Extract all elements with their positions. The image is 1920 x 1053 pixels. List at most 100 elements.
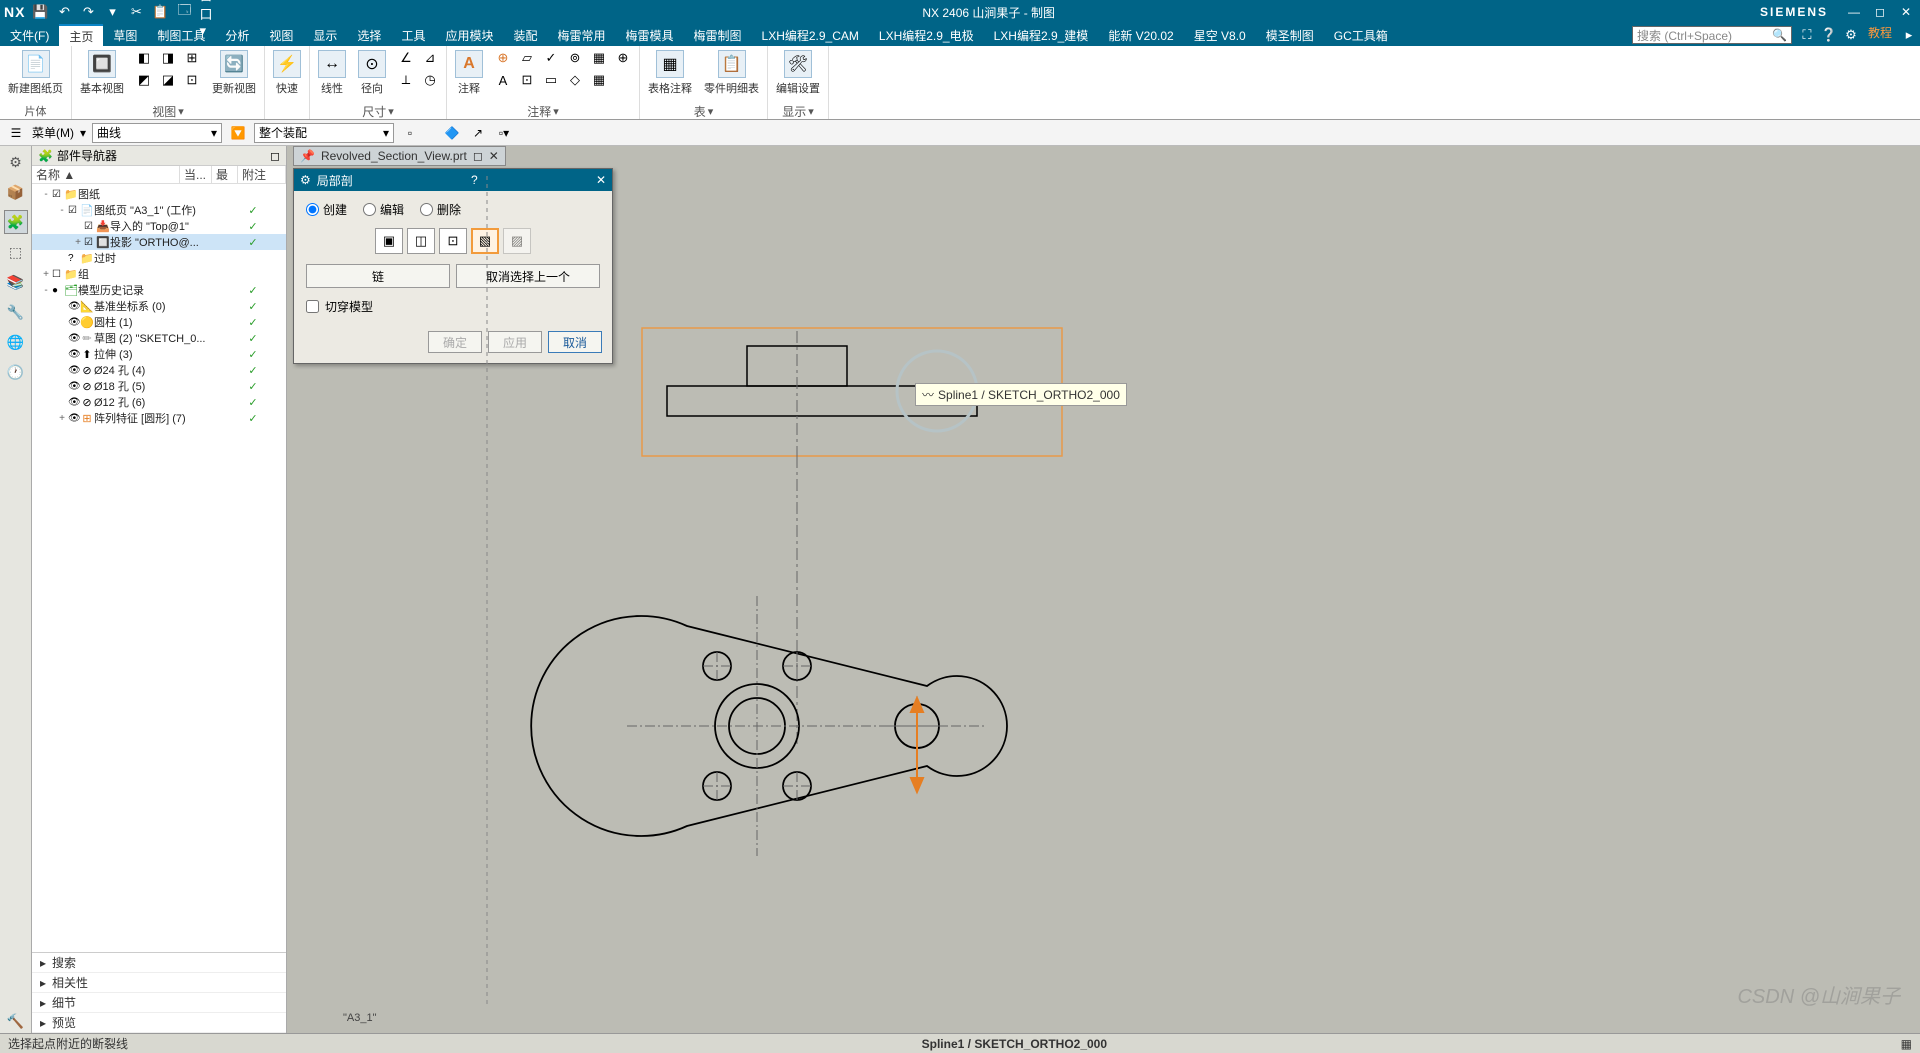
- view-tool-icon[interactable]: ◨: [158, 48, 178, 68]
- nav-section-search[interactable]: ▸搜索: [32, 953, 286, 973]
- settings-icon[interactable]: ⚙: [4, 150, 28, 174]
- tree-row[interactable]: ?📁过时: [32, 250, 286, 266]
- browser-icon[interactable]: 🌐: [4, 330, 28, 354]
- menu-item[interactable]: 能新 V20.02: [1098, 24, 1183, 46]
- menu-item[interactable]: 模圣制图: [1256, 24, 1324, 46]
- annot-icon[interactable]: ⊕: [613, 48, 633, 68]
- box-icon[interactable]: 📦: [4, 180, 28, 204]
- menu-item[interactable]: 梅雷模具: [616, 24, 684, 46]
- more-icon[interactable]: ▾: [103, 3, 121, 21]
- panel-close-icon[interactable]: ◻: [270, 149, 280, 163]
- redo-icon[interactable]: ↷: [79, 3, 97, 21]
- menu-item[interactable]: 显示: [303, 24, 347, 46]
- annot-icon[interactable]: ⊕: [493, 48, 513, 68]
- edit-settings-button[interactable]: 🛠编辑设置: [774, 48, 822, 98]
- close-button[interactable]: ✕: [1898, 4, 1914, 20]
- menu-icon[interactable]: ☰: [6, 123, 26, 143]
- search-input[interactable]: 搜索 (Ctrl+Space)🔍: [1632, 26, 1792, 44]
- menu-item[interactable]: 梅雷制图: [684, 24, 752, 46]
- status-right-icon[interactable]: ▦: [1901, 1037, 1912, 1051]
- menu-item[interactable]: 视图: [259, 24, 303, 46]
- menu-item[interactable]: 分析: [215, 24, 259, 46]
- menu-item[interactable]: LXH编程2.9_建模: [984, 24, 1099, 46]
- undo-icon[interactable]: ↶: [55, 3, 73, 21]
- copy-icon[interactable]: 📋: [151, 3, 169, 21]
- menu-item[interactable]: 装配: [503, 24, 547, 46]
- nav-icon[interactable]: ▸: [1898, 24, 1920, 46]
- save-icon[interactable]: 💾: [31, 3, 49, 21]
- tree-row[interactable]: 👁⊘Ø18 孔 (5)✓: [32, 378, 286, 394]
- filter-select-2[interactable]: 整个装配▾: [254, 123, 394, 143]
- annot-icon[interactable]: ▦: [589, 70, 609, 90]
- menu-item[interactable]: LXH编程2.9_CAM: [752, 24, 869, 46]
- menu-item[interactable]: 梅雷常用: [547, 24, 615, 46]
- nav-section-detail[interactable]: ▸细节: [32, 993, 286, 1013]
- annot-icon[interactable]: A: [493, 70, 513, 90]
- window-menu-icon[interactable]: 窗口▾: [199, 3, 217, 21]
- tree-row[interactable]: -☑📁图纸: [32, 186, 286, 202]
- parts-list-button[interactable]: 📋零件明细表: [702, 48, 761, 98]
- new-sheet-button[interactable]: 📄新建图纸页: [6, 48, 65, 98]
- tree-row[interactable]: -☑📄图纸页 "A3_1" (工作)✓: [32, 202, 286, 218]
- update-view-button[interactable]: 🔄更新视图: [210, 48, 258, 98]
- annot-icon[interactable]: ⊡: [517, 70, 537, 90]
- filter-select-1[interactable]: 曲线▾: [92, 123, 222, 143]
- dim-tool-icon[interactable]: ∠: [396, 48, 416, 68]
- view-tool-icon[interactable]: ⊡: [182, 70, 202, 90]
- quick-button[interactable]: ⚡快速: [271, 48, 303, 98]
- part-nav-icon[interactable]: 🧩: [4, 210, 28, 234]
- view-tool-icon[interactable]: ◩: [134, 70, 154, 90]
- cut-icon[interactable]: ✂: [127, 3, 145, 21]
- tree-row[interactable]: ☑📥导入的 "Top@1"✓: [32, 218, 286, 234]
- note-button[interactable]: A注释: [453, 48, 485, 98]
- menu-item[interactable]: 应用模块: [435, 24, 503, 46]
- tree-row[interactable]: 👁📐基准坐标系 (0)✓: [32, 298, 286, 314]
- history-icon[interactable]: 🕐: [4, 360, 28, 384]
- annot-icon[interactable]: ✓: [541, 48, 561, 68]
- annot-icon[interactable]: ▭: [541, 70, 561, 90]
- linear-dim-button[interactable]: ↔线性: [316, 48, 348, 98]
- menu-label[interactable]: 菜单(M): [32, 124, 74, 141]
- tree-row[interactable]: -●🗂模型历史记录✓: [32, 282, 286, 298]
- layer-icon[interactable]: 📚: [4, 270, 28, 294]
- tree-row[interactable]: +👁⊞阵列特征 [圆形] (7)✓: [32, 410, 286, 426]
- annot-icon[interactable]: ▦: [589, 48, 609, 68]
- menu-item[interactable]: GC工具箱: [1324, 24, 1398, 46]
- view-tool-icon[interactable]: ◪: [158, 70, 178, 90]
- help-icon[interactable]: ❔: [1818, 24, 1840, 46]
- tool-icon[interactable]: 🔧: [4, 300, 28, 324]
- minimize-button[interactable]: —: [1846, 4, 1862, 20]
- tutorial-link[interactable]: 教程: [1868, 24, 1892, 46]
- cube-icon[interactable]: ⬚: [4, 240, 28, 264]
- annot-icon[interactable]: ▱: [517, 48, 537, 68]
- dim-tool-icon[interactable]: ⟂: [396, 70, 416, 90]
- canvas[interactable]: 📌 Revolved_Section_View.prt ◻ ✕ ⚙ 局部剖 ? …: [287, 146, 1920, 1033]
- nav-tree[interactable]: -☑📁图纸-☑📄图纸页 "A3_1" (工作)✓☑📥导入的 "Top@1"✓+☑…: [32, 184, 286, 952]
- tree-row[interactable]: 👁⊘Ø12 孔 (6)✓: [32, 394, 286, 410]
- radial-dim-button[interactable]: ⊙径向: [356, 48, 388, 98]
- dim-tool-icon[interactable]: ◷: [420, 70, 440, 90]
- base-view-button[interactable]: 🔲基本视图: [78, 48, 126, 98]
- menu-item[interactable]: 草图: [103, 24, 147, 46]
- menu-item[interactable]: 选择: [347, 24, 391, 46]
- filter-opt-icon[interactable]: ▫: [400, 123, 420, 143]
- snap-icon[interactable]: ↗: [468, 123, 488, 143]
- maximize-button[interactable]: ◻: [1872, 4, 1888, 20]
- filter-icon[interactable]: 🔽: [228, 123, 248, 143]
- fullscreen-icon[interactable]: ⛶: [1796, 24, 1818, 46]
- menu-item[interactable]: 制图工具: [147, 24, 215, 46]
- tree-row[interactable]: 👁✏草图 (2) "SKETCH_0...✓: [32, 330, 286, 346]
- table-note-button[interactable]: ▦表格注释: [646, 48, 694, 98]
- dim-tool-icon[interactable]: ⊿: [420, 48, 440, 68]
- window-icon[interactable]: 🗔: [175, 3, 193, 21]
- tree-row[interactable]: +☑🔲投影 "ORTHO@...✓: [32, 234, 286, 250]
- tree-row[interactable]: +☐📁组: [32, 266, 286, 282]
- menu-item[interactable]: 主页: [59, 24, 103, 46]
- snap-icon[interactable]: ▫▾: [494, 123, 514, 143]
- annot-icon[interactable]: ◇: [565, 70, 585, 90]
- view-tool-icon[interactable]: ⊞: [182, 48, 202, 68]
- menu-item[interactable]: LXH编程2.9_电极: [869, 24, 984, 46]
- annot-icon[interactable]: ⊚: [565, 48, 585, 68]
- tree-row[interactable]: 👁🟡圆柱 (1)✓: [32, 314, 286, 330]
- tree-row[interactable]: 👁⊘Ø24 孔 (4)✓: [32, 362, 286, 378]
